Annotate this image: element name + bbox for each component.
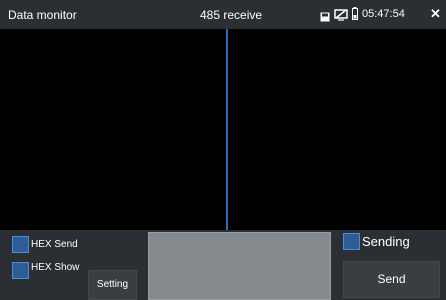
hex-send-label: HEX Send xyxy=(31,239,78,250)
hex-show-label: HEX Show xyxy=(31,262,80,273)
hex-send-checkbox[interactable] xyxy=(12,236,29,253)
sending-label: Sending xyxy=(362,234,410,249)
sending-checkbox[interactable] xyxy=(343,233,360,250)
close-icon[interactable]: ✕ xyxy=(430,6,441,22)
save-icon[interactable] xyxy=(320,9,330,27)
hex-show-option[interactable]: HEX Show xyxy=(12,262,79,279)
sending-option[interactable]: Sending xyxy=(343,233,410,250)
hex-show-checkbox[interactable] xyxy=(12,262,29,279)
center-divider-line xyxy=(226,29,228,230)
hex-send-option[interactable]: HEX Send xyxy=(12,236,78,253)
app-title: Data monitor xyxy=(8,8,77,22)
data-display-area xyxy=(0,29,446,230)
status-bar: Data monitor 485 receive 05:47:54 ✕ xyxy=(0,0,446,29)
control-panel: HEX Send HEX Show Setting Sending Send xyxy=(0,230,446,300)
screen-off-icon[interactable] xyxy=(334,8,348,26)
mode-title: 485 receive xyxy=(200,8,263,22)
send-data-input[interactable] xyxy=(148,232,331,300)
battery-icon xyxy=(352,7,358,25)
setting-button[interactable]: Setting xyxy=(88,270,137,300)
clock: 05:47:54 xyxy=(362,8,405,20)
send-button[interactable]: Send xyxy=(343,261,440,298)
